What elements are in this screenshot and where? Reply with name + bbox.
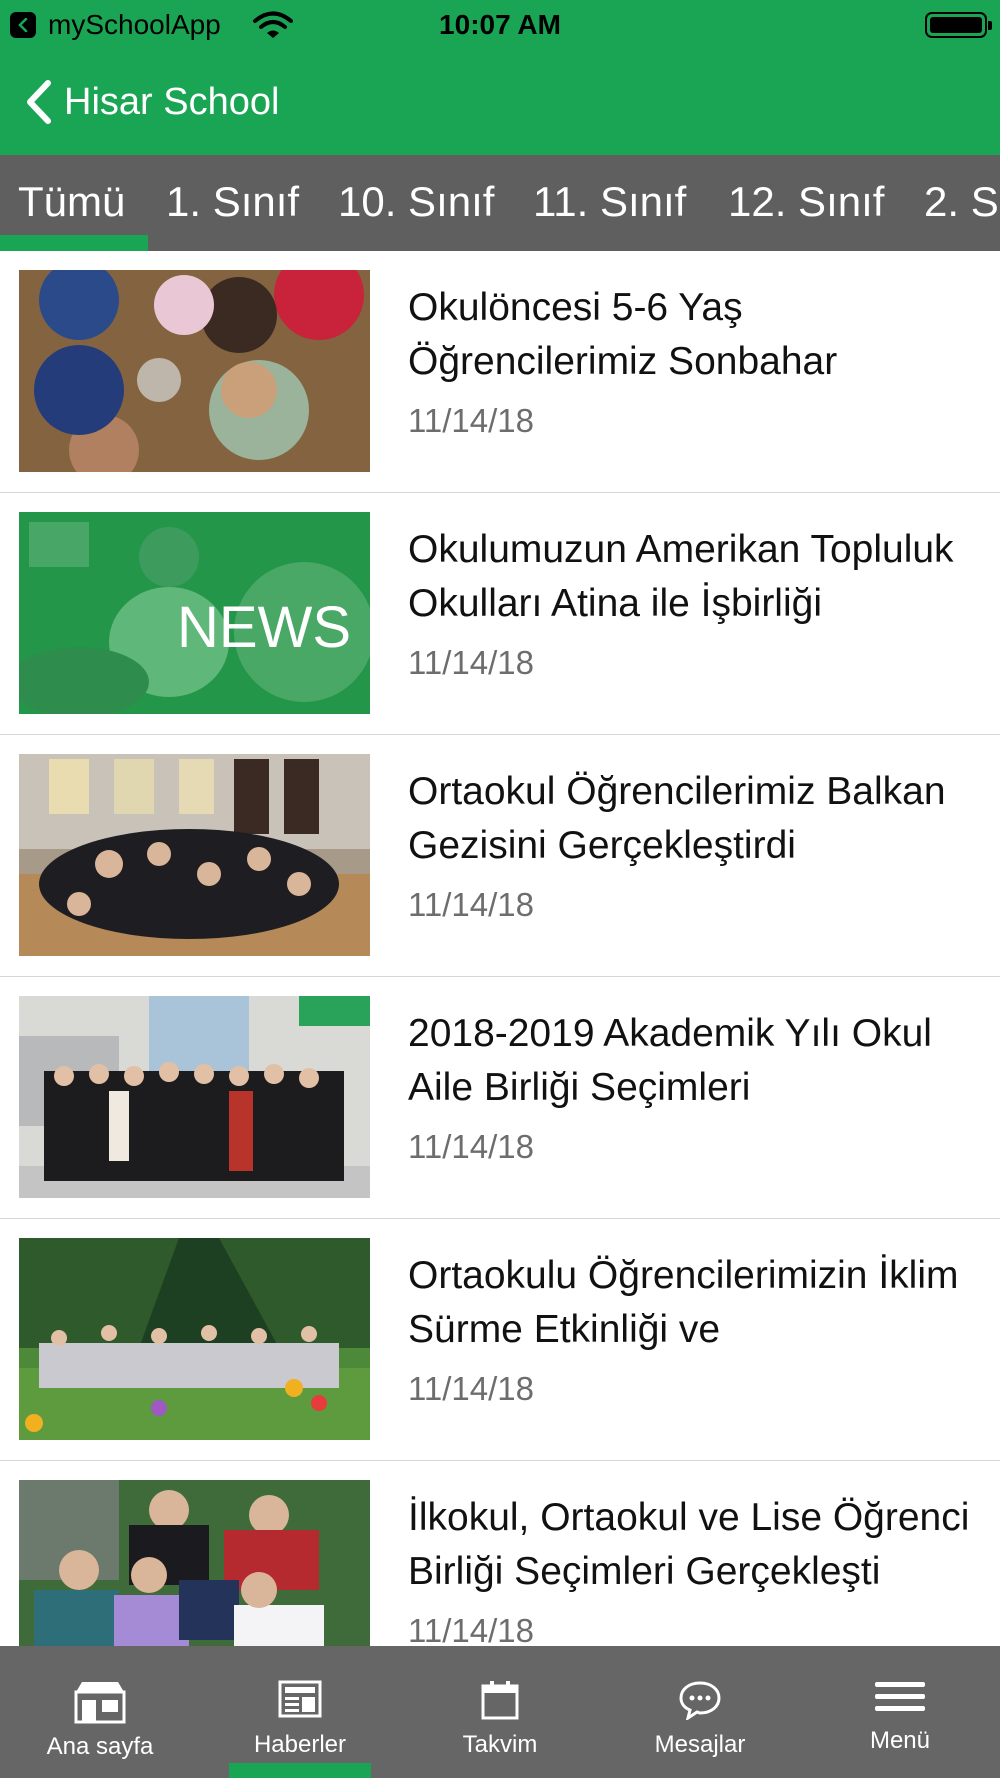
category-tabs: Tümü 1. Sınıf 10. Sınıf 11. Sınıf 12. Sı… [0,155,1000,251]
news-date: 11/14/18 [408,886,535,923]
hamburger-menu-icon [800,1682,1000,1712]
news-thumbnail: NEWS [19,512,370,714]
news-list[interactable]: Okulöncesi 5-6 Yaş Öğrencilerimiz Sonbah… [0,251,1000,1646]
bottom-tab-label: Menü [869,1727,931,1754]
news-title: 2018-2019 Akademik Yılı Okul Aile Birliğ… [408,1012,932,1109]
news-title: Okulöncesi 5-6 Yaş Öğrencilerimiz Sonbah… [408,286,838,383]
bottom-tab-menu[interactable]: Menü [800,1646,1000,1778]
news-title: Ortaokulu Öğrencilerimizin İklim Sürme E… [408,1254,959,1351]
bottom-tab-ana-sayfa[interactable]: Ana sayfa [0,1646,200,1778]
page-title: Hisar School [64,81,280,123]
news-item[interactable]: NEWS Okulumuzun Amerikan Topluluk Okulla… [0,493,1000,735]
battery-icon [925,12,992,38]
news-badge: NEWS [177,595,351,660]
news-title: Okulumuzun Amerikan Topluluk Okulları At… [408,528,954,625]
news-title: İlkokul, Ortaokul ve Lise Öğrenci Birliğ… [408,1496,970,1593]
news-date: 11/14/18 [408,1370,535,1407]
bottom-tab-label: Ana sayfa [46,1733,154,1760]
bottom-tab-haberler[interactable]: Haberler [200,1646,400,1778]
bottom-tab-label: Haberler [253,1731,347,1758]
bottom-tab-takvim[interactable]: Takvim [400,1646,600,1778]
news-date: 11/14/18 [408,1128,535,1165]
news-thumbnail [19,996,370,1198]
news-thumbnail [19,754,370,956]
news-item[interactable]: Ortaokul Öğrencilerimiz Balkan Gezisini … [0,735,1000,977]
active-bottom-tab-indicator [229,1763,371,1778]
tab-1-sinif[interactable]: 1. Sınıf [166,177,299,227]
active-tab-indicator [0,235,148,251]
chat-bubble-icon [600,1680,800,1720]
bottom-tab-label: Takvim [462,1731,538,1758]
news-item[interactable]: İlkokul, Ortaokul ve Lise Öğrenci Birliğ… [0,1461,1000,1646]
bottom-tab-bar: Ana sayfa Haberler Takvim Mesajlar Menü [0,1646,1000,1778]
news-date: 11/14/18 [408,644,535,681]
news-item[interactable]: 2018-2019 Akademik Yılı Okul Aile Birliğ… [0,977,1000,1219]
tab-tumu[interactable]: Tümü [18,177,125,227]
chevron-left-icon [27,80,51,124]
news-thumbnail [19,270,370,472]
tab-10-sinif[interactable]: 10. Sınıf [338,177,494,227]
tab-12-sinif[interactable]: 12. Sınıf [728,177,884,227]
back-button[interactable]: Hisar School [24,76,279,128]
bottom-tab-label: Mesajlar [654,1731,746,1758]
news-title: Ortaokul Öğrencilerimiz Balkan Gezisini … [408,770,946,867]
calendar-icon [400,1680,600,1720]
status-time: 10:07 AM [439,9,561,40]
newspaper-icon [200,1680,400,1718]
tab-11-sinif[interactable]: 11. Sınıf [533,177,686,227]
bottom-tab-mesajlar[interactable]: Mesajlar [600,1646,800,1778]
news-thumbnail [19,1238,370,1440]
news-item[interactable]: Okulöncesi 5-6 Yaş Öğrencilerimiz Sonbah… [0,251,1000,493]
tab-2-sinif[interactable]: 2. Sınıf [924,177,1000,227]
news-item[interactable]: Ortaokulu Öğrencilerimizin İklim Sürme E… [0,1219,1000,1461]
news-thumbnail [19,1480,370,1646]
store-icon [0,1680,200,1724]
news-date: 11/14/18 [408,1612,535,1646]
navigation-bar: Hisar School [0,50,1000,155]
news-date: 11/14/18 [408,402,535,439]
status-bar: mySchoolApp 10:07 AM [0,0,1000,50]
